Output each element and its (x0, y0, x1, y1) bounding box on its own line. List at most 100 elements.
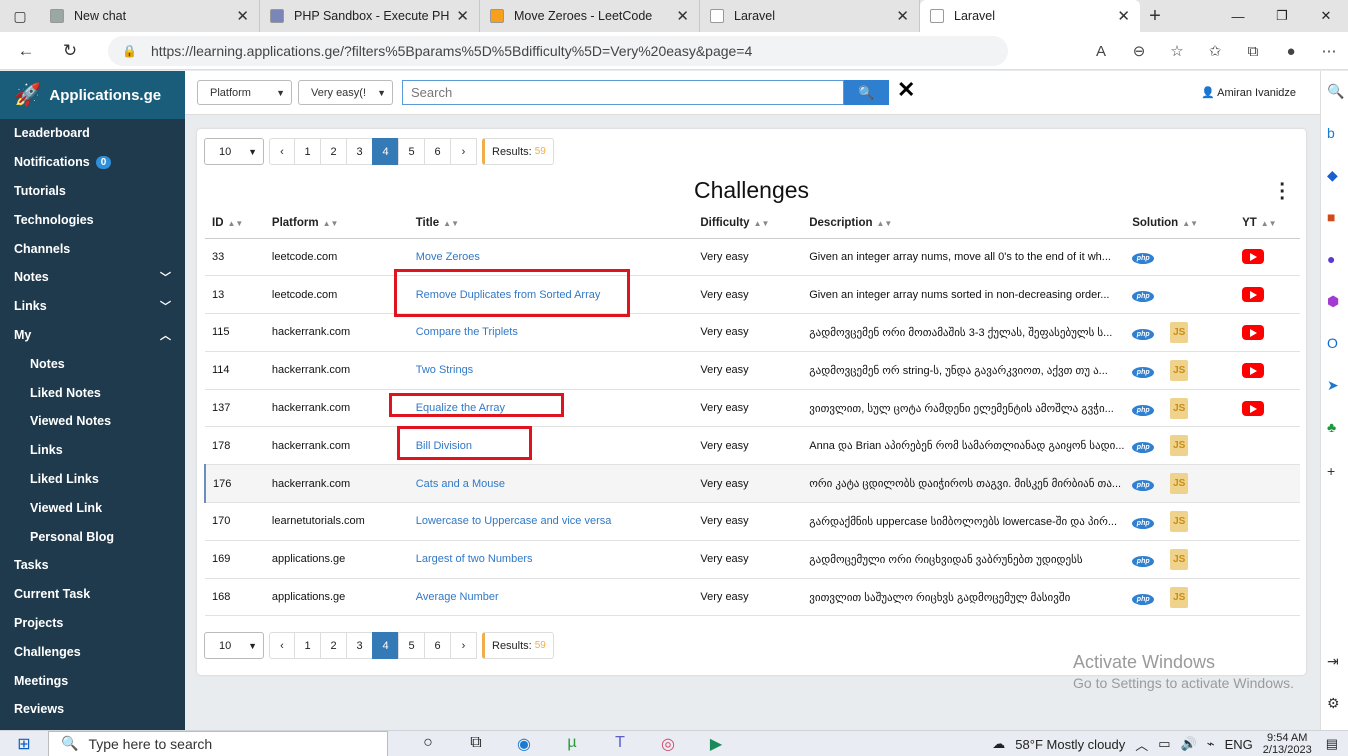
js-solution-icon[interactable]: JS (1170, 359, 1189, 381)
column-header-solution[interactable]: Solution ▲▼ (1125, 209, 1236, 239)
close-tab-icon[interactable]: ✕ (236, 7, 249, 25)
windows-start-icon[interactable]: ⊞ (0, 734, 48, 754)
page-3-button[interactable]: 3 (346, 138, 373, 165)
sidebar-item-personal-blog[interactable]: Personal Blog (0, 522, 185, 551)
table-row[interactable]: 115 hackerrank.com Compare the Triplets Ver… (205, 313, 1300, 352)
settings-gear-icon[interactable]: ⚙ (1327, 695, 1340, 712)
maximize-icon[interactable]: ❐ (1260, 0, 1304, 32)
sidebar-item-projects[interactable]: Projects (0, 609, 185, 638)
table-row[interactable]: 168 applications.ge Average Number Very eas… (205, 578, 1300, 617)
js-solution-icon[interactable]: JS (1170, 510, 1189, 532)
kebab-menu-icon[interactable]: · · · (1279, 175, 1286, 209)
page-1-button[interactable]: 1 (294, 632, 321, 659)
challenge-title-link[interactable]: Lowercase to Uppercase and vice versa (416, 515, 612, 527)
page-6-button[interactable]: 6 (424, 138, 451, 165)
notification-center-icon[interactable]: ▤ (1326, 736, 1338, 752)
sidebar-item-reviews[interactable]: Reviews (0, 695, 185, 724)
youtube-icon[interactable] (1242, 400, 1265, 416)
challenge-title-link[interactable]: Compare the Triplets (416, 326, 518, 338)
outlook-icon[interactable]: O (1327, 335, 1338, 351)
chrome-icon[interactable]: ◎ (644, 734, 692, 754)
sidebar-item-links[interactable]: Links (0, 436, 185, 465)
next-page-button[interactable]: › (450, 138, 477, 165)
sidebar-item-viewed-link[interactable]: Viewed Link (0, 493, 185, 522)
back-icon[interactable]: ← (8, 36, 44, 66)
column-header-platform[interactable]: Platform ▲▼ (264, 209, 409, 239)
taskbar-search-input[interactable]: 🔍 Type here to search (48, 730, 388, 756)
column-header-difficulty[interactable]: Difficulty ▲▼ (693, 209, 803, 239)
php-solution-icon[interactable]: php (1132, 404, 1155, 416)
send-icon[interactable]: ➤ (1327, 377, 1339, 394)
profile-avatar-icon[interactable]: ● (1272, 36, 1310, 66)
battery-icon[interactable]: ▭ (1158, 736, 1170, 752)
sidebar-item-meetings[interactable]: Meetings (0, 666, 185, 695)
volume-icon[interactable]: 🔊 (1181, 736, 1197, 752)
tree-icon[interactable]: ♣ (1327, 419, 1336, 435)
difficulty-select[interactable]: Very easy(! ▼ (298, 80, 393, 105)
brand-logo[interactable]: 🚀 Applications.ge (0, 71, 185, 119)
js-solution-icon[interactable]: JS (1170, 435, 1189, 457)
js-solution-icon[interactable]: JS (1170, 321, 1189, 343)
table-row[interactable]: 170 learnetutorials.com Lowercase to Upper… (205, 502, 1300, 541)
weather-icon[interactable]: ☁ (992, 736, 1005, 752)
clear-filters-icon[interactable]: ✕ (897, 77, 915, 103)
sidebar-item-notes[interactable]: Notes ﹀ (0, 263, 185, 292)
search-input[interactable]: Search (402, 80, 844, 105)
php-solution-icon[interactable]: php (1132, 291, 1155, 303)
youtube-icon[interactable] (1242, 362, 1265, 378)
sidebar-item-notifications[interactable]: Notifications 0 (0, 148, 185, 177)
browser-tab[interactable]: New chat ✕ (40, 0, 260, 32)
js-solution-icon[interactable]: JS (1170, 397, 1189, 419)
tray-chevron-icon[interactable]: ︿ (1135, 735, 1148, 754)
refresh-icon[interactable]: ↻ (52, 36, 88, 66)
sidebar-item-tutorials[interactable]: Tutorials (0, 177, 185, 206)
sidebar-item-tasks[interactable]: Tasks (0, 551, 185, 580)
tag-icon[interactable]: ◆ (1327, 167, 1338, 184)
page-4-button[interactable]: 4 (372, 632, 399, 659)
tools-icon[interactable]: ■ (1327, 209, 1335, 225)
search-icon[interactable]: 🔍 (1327, 83, 1344, 100)
js-solution-icon[interactable]: JS (1170, 548, 1189, 570)
browser-tab[interactable]: PHP Sandbox - Execute PHP ✕ (260, 0, 480, 32)
url-field[interactable]: 🔒 https://learning.applications.ge/?filt… (108, 36, 1008, 66)
page-size-select[interactable]: 10 ▼ (204, 632, 264, 659)
media-player-icon[interactable]: ▶ (692, 734, 740, 754)
user-menu[interactable]: 👤 Amiran Ivanidze (1201, 86, 1296, 99)
sidebar-item-challenges[interactable]: Challenges (0, 637, 185, 666)
youtube-icon[interactable] (1242, 324, 1265, 340)
page-2-button[interactable]: 2 (320, 632, 347, 659)
add-favorite-icon[interactable]: ☆ (1158, 36, 1196, 66)
network-icon[interactable]: ⌁ (1207, 736, 1215, 752)
page-1-button[interactable]: 1 (294, 138, 321, 165)
edge-icon[interactable]: ◉ (500, 734, 548, 754)
favorites-icon[interactable]: ✩ (1196, 36, 1234, 66)
challenge-title-link[interactable]: Move Zeroes (416, 251, 480, 263)
sidebar-item-viewed-notes[interactable]: Viewed Notes (0, 407, 185, 436)
add-icon[interactable]: + (1327, 463, 1335, 479)
sidebar-item-my[interactable]: My ︿ (0, 321, 185, 350)
challenge-title-link[interactable]: Cats and a Mouse (416, 478, 505, 490)
browser-tab[interactable]: Laravel ✕ (700, 0, 920, 32)
task-view-icon[interactable]: ⧉ (452, 734, 500, 754)
youtube-icon[interactable] (1242, 249, 1265, 265)
challenge-title-link[interactable]: Average Number (416, 591, 499, 603)
search-button[interactable]: 🔍 (844, 80, 889, 105)
browser-tab[interactable]: Move Zeroes - LeetCode ✕ (480, 0, 700, 32)
utorrent-icon[interactable]: µ (548, 734, 596, 754)
people-icon[interactable]: ● (1327, 251, 1335, 267)
sidebar-item-technologies[interactable]: Technologies (0, 205, 185, 234)
column-header-description[interactable]: Description ▲▼ (802, 209, 1126, 239)
sidebar-item-liked-links[interactable]: Liked Links (0, 465, 185, 494)
prev-page-button[interactable]: ‹ (269, 138, 295, 165)
table-row[interactable]: 169 applications.ge Largest of two Numbers… (205, 540, 1300, 579)
js-solution-icon[interactable]: JS (1170, 473, 1189, 495)
php-solution-icon[interactable]: php (1132, 442, 1155, 454)
php-solution-icon[interactable]: php (1132, 517, 1155, 529)
php-solution-icon[interactable]: php (1132, 253, 1155, 265)
page-size-select[interactable]: 10 ▼ (204, 138, 264, 165)
prev-page-button[interactable]: ‹ (269, 632, 295, 659)
column-header-title[interactable]: Title ▲▼ (408, 209, 694, 239)
sidebar-item-channels[interactable]: Channels (0, 234, 185, 263)
page-5-button[interactable]: 5 (398, 138, 425, 165)
sidebar-item-current-task[interactable]: Current Task (0, 580, 185, 609)
